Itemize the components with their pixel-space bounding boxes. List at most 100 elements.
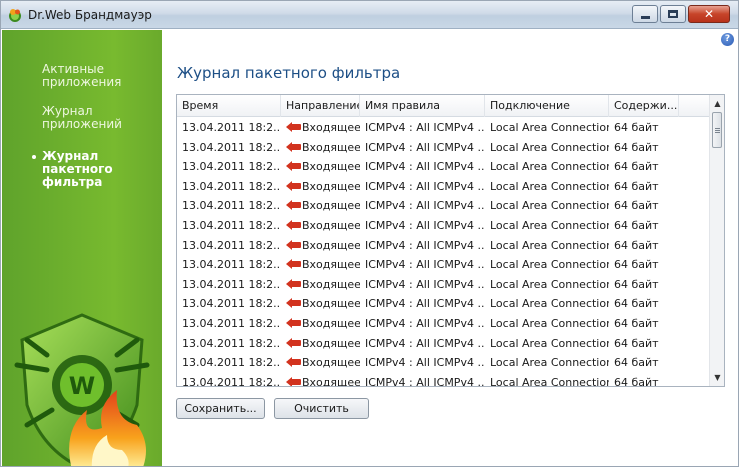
cell-rule-name: ICMPv4 : All ICMPv4 ... <box>365 258 485 272</box>
maximize-icon <box>661 6 685 22</box>
packet-log-table: Время Направление Имя правила Подключени… <box>176 94 725 387</box>
incoming-arrow-icon <box>286 220 301 230</box>
save-button[interactable]: Сохранить... <box>176 398 265 419</box>
cell-time: 13.04.2011 18:2... <box>182 277 281 291</box>
table-row[interactable]: 13.04.2011 18:2... Входящее ICMPv4 : All I… <box>177 334 710 354</box>
cell-connection: Local Area Connection <box>490 219 609 232</box>
cell-rule-name: ICMPv4 : All ICMPv4 ... <box>365 297 485 311</box>
incoming-arrow-icon <box>286 141 301 152</box>
incoming-arrow-icon <box>286 298 301 309</box>
cell-content: 64 байт <box>614 297 659 311</box>
cell-time: 13.04.2011 18:2... <box>182 219 281 232</box>
cell-content: 64 байт <box>614 317 659 330</box>
close-icon: ✕ <box>703 7 715 21</box>
table-row[interactable]: 13.04.2011 18:2... Входящее ICMPv4 : All I… <box>177 294 710 314</box>
table-header: Время Направление Имя правила Подключени… <box>177 95 710 117</box>
cell-content: 64 байт <box>614 160 659 174</box>
direction-label: Входящее <box>302 297 360 311</box>
sidebar-item-packet-filter-log[interactable]: Журнал пакетного фильтра <box>42 150 157 189</box>
minimize-button[interactable] <box>632 5 658 23</box>
cell-rule-name: ICMPv4 : All ICMPv4 ... <box>365 375 485 387</box>
table-row[interactable]: 13.04.2011 18:2... Входящее ICMPv4 : All I… <box>177 236 710 256</box>
incoming-arrow-icon <box>286 259 301 270</box>
cell-direction: Входящее <box>281 373 360 386</box>
column-header-connection[interactable]: Подключение <box>485 95 609 117</box>
cell-time: 13.04.2011 18:2... <box>182 258 281 272</box>
cell-rule-name: ICMPv4 : All ICMPv4 ... <box>365 179 485 193</box>
column-header-content[interactable]: Содержи... <box>609 95 679 117</box>
table-row[interactable]: 13.04.2011 18:2... Входящее ICMPv4 : All I… <box>177 177 710 197</box>
cell-rule-name: ICMPv4 : All ICMPv4 ... <box>365 317 485 330</box>
clear-button[interactable]: Очистить <box>274 398 369 419</box>
maximize-button[interactable] <box>660 5 686 23</box>
cell-direction: Входящее <box>281 294 360 314</box>
table-row[interactable]: 13.04.2011 18:2... Входящее ICMPv4 : All I… <box>177 138 710 158</box>
cell-direction: Входящее <box>281 236 360 256</box>
cell-time: 13.04.2011 18:2... <box>182 336 281 350</box>
cell-connection: Local Area Connection <box>490 336 609 350</box>
table-row[interactable]: 13.04.2011 18:2... Входящее ICMPv4 : All I… <box>177 255 710 275</box>
cell-connection: Local Area Connection <box>490 375 609 387</box>
direction-label: Входящее <box>302 238 360 252</box>
cell-connection: Local Area Connection <box>490 356 609 370</box>
svg-text:W: W <box>69 372 95 400</box>
column-header-direction[interactable]: Направление <box>281 95 360 117</box>
table-row[interactable]: 13.04.2011 18:2... Входящее ICMPv4 : All I… <box>177 157 710 177</box>
cell-content: 64 байт <box>614 258 659 272</box>
help-icon[interactable]: ? <box>721 33 734 46</box>
column-header-rule-name[interactable]: Имя правила <box>360 95 485 117</box>
cell-time: 13.04.2011 18:2... <box>182 356 281 370</box>
cell-rule-name: ICMPv4 : All ICMPv4 ... <box>365 219 485 232</box>
incoming-arrow-icon <box>286 376 301 386</box>
table-row[interactable]: 13.04.2011 18:2... Входящее ICMPv4 : All I… <box>177 373 710 387</box>
cell-time: 13.04.2011 18:2... <box>182 317 281 330</box>
sidebar-item-active-apps[interactable]: Активные приложения <box>42 63 157 89</box>
scroll-thumb[interactable] <box>712 112 722 148</box>
cell-direction: Входящее <box>281 314 360 334</box>
column-header-time[interactable]: Время <box>177 95 281 117</box>
cell-content: 64 байт <box>614 238 659 252</box>
table-row[interactable]: 13.04.2011 18:2... Входящее ICMPv4 : All I… <box>177 353 710 373</box>
cell-time: 13.04.2011 18:2... <box>182 160 281 174</box>
cell-connection: Local Area Connection <box>490 199 609 213</box>
direction-label: Входящее <box>302 356 360 370</box>
cell-connection: Local Area Connection <box>490 317 609 330</box>
vertical-scrollbar[interactable]: ▲ ▼ <box>709 95 724 386</box>
sidebar-item-apps-log[interactable]: Журнал приложений <box>42 105 157 131</box>
table-row[interactable]: 13.04.2011 18:2... Входящее ICMPv4 : All I… <box>177 196 710 216</box>
firewall-window: Dr.Web Брандмауэр ✕ Активные приложения … <box>0 0 739 467</box>
incoming-arrow-icon <box>286 357 301 368</box>
cell-direction: Входящее <box>281 177 360 197</box>
cell-direction: Входящее <box>281 196 360 216</box>
incoming-arrow-icon <box>286 337 301 348</box>
incoming-arrow-icon <box>286 278 301 289</box>
cell-time: 13.04.2011 18:2... <box>182 297 281 311</box>
cell-connection: Local Area Connection <box>490 160 609 174</box>
cell-content: 64 байт <box>614 140 659 154</box>
cell-connection: Local Area Connection <box>490 277 609 291</box>
title-bar[interactable]: Dr.Web Брандмауэр ✕ <box>1 1 738 29</box>
table-row[interactable]: 13.04.2011 18:2... Входящее ICMPv4 : All I… <box>177 275 710 295</box>
minimize-icon <box>633 6 657 22</box>
scroll-down-icon[interactable]: ▼ <box>710 369 724 386</box>
table-row[interactable]: 13.04.2011 18:2... Входящее ICMPv4 : All I… <box>177 118 710 138</box>
table-row[interactable]: 13.04.2011 18:2... Входящее ICMPv4 : All I… <box>177 314 710 334</box>
cell-rule-name: ICMPv4 : All ICMPv4 ... <box>365 140 485 154</box>
cell-rule-name: ICMPv4 : All ICMPv4 ... <box>365 160 485 174</box>
incoming-arrow-icon <box>286 180 301 191</box>
page-title: Журнал пакетного фильтра <box>177 64 401 82</box>
cell-content: 64 байт <box>614 375 659 387</box>
direction-label: Входящее <box>302 317 360 330</box>
cell-content: 64 байт <box>614 179 659 193</box>
scroll-up-icon[interactable]: ▲ <box>710 95 724 112</box>
cell-connection: Local Area Connection <box>490 121 609 134</box>
cell-rule-name: ICMPv4 : All ICMPv4 ... <box>365 356 485 370</box>
cell-rule-name: ICMPv4 : All ICMPv4 ... <box>365 277 485 291</box>
direction-label: Входящее <box>302 121 360 134</box>
drweb-spider-icon <box>9 9 21 22</box>
incoming-arrow-icon <box>286 122 301 132</box>
cell-connection: Local Area Connection <box>490 179 609 193</box>
cell-time: 13.04.2011 18:2... <box>182 375 281 387</box>
table-row[interactable]: 13.04.2011 18:2... Входящее ICMPv4 : All I… <box>177 216 710 236</box>
close-button[interactable]: ✕ <box>688 5 730 23</box>
